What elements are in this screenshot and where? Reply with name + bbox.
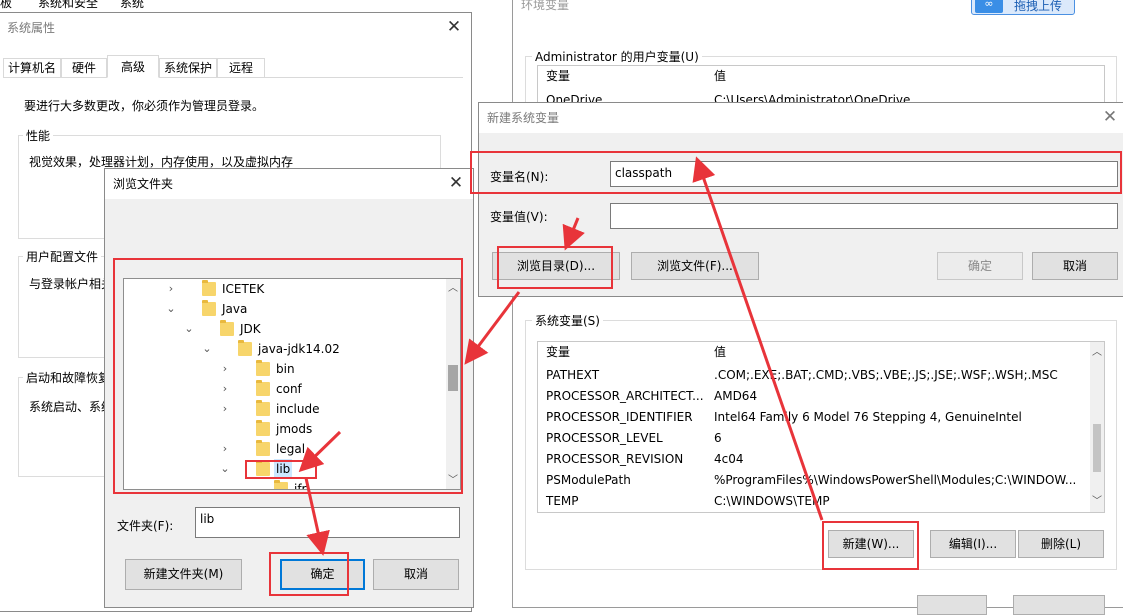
cell-value: 4c04: [714, 452, 744, 466]
delete-variable-button[interactable]: 删除(L): [1018, 530, 1104, 558]
user-vars-label: Administrator 的用户变量(U): [532, 48, 702, 65]
tab-remote[interactable]: 远程: [217, 58, 265, 77]
column-header-name[interactable]: 变量: [546, 66, 570, 87]
cell-value: %ProgramFiles%\WindowsPowerShell\Modules…: [714, 473, 1077, 487]
close-icon[interactable]: ✕: [443, 15, 465, 39]
cell-name: PSModulePath: [546, 473, 631, 487]
folder-field-label: 文件夹(F):: [117, 519, 174, 533]
upload-button[interactable]: ∞ 拖拽上传: [971, 0, 1075, 15]
browse-cancel-button-label: 取消: [403, 567, 428, 581]
browse-file-button[interactable]: 浏览文件(F)...: [631, 252, 759, 280]
highlight-new-button: [822, 521, 919, 570]
new-variable-cancel-button-label: 取消: [1062, 259, 1087, 273]
highlight-variable-name: [470, 151, 1122, 194]
cell-name: PROCESSOR_ARCHITECT...: [546, 389, 704, 403]
column-header-value[interactable]: 值: [714, 66, 726, 87]
highlight-browse-directory: [497, 246, 613, 289]
breadcrumb: 板 系统和安全 系统: [0, 0, 520, 10]
cell-value: .COM;.EXE;.BAT;.CMD;.VBS;.VBE;.JS;.JSE;.…: [714, 368, 1058, 382]
breadcrumb-item[interactable]: 系统和安全: [38, 0, 98, 11]
column-header-value[interactable]: 值: [714, 342, 726, 363]
system-vars-table[interactable]: 变量 值 PATHEXT .COM;.EXE;.BAT;.CMD;.VBS;.VB…: [537, 341, 1105, 513]
system-properties-title: 系统属性: [7, 21, 56, 35]
edit-variable-button[interactable]: 编辑(I)...: [930, 530, 1016, 558]
new-folder-button[interactable]: 新建文件夹(M): [125, 559, 242, 590]
table-header: 变量 值: [538, 66, 1090, 87]
vertical-scrollbar[interactable]: ︿ ﹀: [1090, 342, 1104, 512]
env-variables-window: 环境变量 ∞ 拖拽上传 Administrator 的用户变量(U) 变量 值 …: [512, 0, 1123, 615]
tab-hardware[interactable]: 硬件: [61, 58, 107, 77]
new-variable-title: 新建系统变量: [479, 103, 1123, 133]
table-row[interactable]: PROCESSOR_ARCHITECT... AMD64: [538, 386, 1090, 407]
tab-advanced[interactable]: 高级: [107, 55, 159, 78]
cell-name: PATHEXT: [546, 368, 600, 382]
table-row[interactable]: PROCESSOR_IDENTIFIER Intel64 Family 6 Mod…: [538, 407, 1090, 428]
user-profile-description: 与登录帐户相关: [29, 277, 114, 291]
tab-computer-name[interactable]: 计算机名: [3, 58, 61, 77]
browse-dialog-title: 浏览文件夹: [105, 169, 473, 199]
user-profile-label: 用户配置文件: [23, 248, 102, 265]
folder-field[interactable]: lib: [195, 507, 460, 538]
cloud-icon: ∞: [975, 0, 1003, 13]
scroll-thumb[interactable]: [1093, 424, 1101, 472]
table-row[interactable]: PSModulePath %ProgramFiles%\WindowsPowerS…: [538, 470, 1090, 491]
cell-name: TEMP: [546, 494, 579, 508]
table-row[interactable]: PATHEXT .COM;.EXE;.BAT;.CMD;.VBS;.VBE;.JS…: [538, 365, 1090, 386]
new-variable-ok-button[interactable]: 确定: [937, 252, 1023, 280]
cell-value: C:\WINDOWS\TEMP: [714, 494, 830, 508]
table-row[interactable]: PROCESSOR_LEVEL 6: [538, 428, 1090, 449]
cell-value: AMD64: [714, 389, 758, 403]
column-header-name[interactable]: 变量: [546, 342, 570, 363]
table-row[interactable]: PROCESSOR_REVISION 4c04: [538, 449, 1090, 470]
highlight-folder-tree: [113, 258, 463, 494]
variable-value-input[interactable]: [610, 203, 1118, 229]
env-cancel-button-partial[interactable]: [1013, 595, 1105, 615]
close-icon[interactable]: ✕: [445, 171, 467, 195]
close-icon[interactable]: ✕: [1099, 105, 1121, 129]
admin-note: 要进行大多数更改，你必须作为管理员登录。: [24, 99, 265, 113]
cell-name: PROCESSOR_REVISION: [546, 452, 684, 466]
cell-name: PROCESSOR_IDENTIFIER: [546, 410, 693, 424]
upload-button-label: 拖拽上传: [1014, 0, 1063, 13]
edit-variable-button-label: 编辑(I)...: [948, 537, 998, 551]
new-variable-ok-button-label: 确定: [967, 259, 992, 273]
cell-value: Intel64 Family 6 Model 76 Stepping 4, Ge…: [714, 410, 1022, 424]
folder-field-value: lib: [200, 512, 215, 526]
delete-variable-button-label: 删除(L): [1040, 537, 1082, 551]
table-row[interactable]: TEMP C:\WINDOWS\TEMP: [538, 491, 1090, 512]
scroll-up-icon[interactable]: ︿: [1092, 343, 1102, 358]
system-vars-label: 系统变量(S): [532, 312, 603, 329]
scroll-down-icon[interactable]: ﹀: [1092, 492, 1102, 507]
cell-name: PROCESSOR_LEVEL: [546, 431, 663, 445]
env-ok-button-partial[interactable]: [917, 595, 987, 615]
browse-cancel-button[interactable]: 取消: [373, 559, 459, 590]
browse-file-button-label: 浏览文件(F)...: [657, 259, 733, 273]
tab-bar: 计算机名 硬件 高级 系统保护 远程: [3, 55, 463, 78]
env-window-title: 环境变量: [521, 0, 570, 12]
new-variable-cancel-button[interactable]: 取消: [1032, 252, 1118, 280]
breadcrumb-item[interactable]: 系统: [120, 0, 144, 11]
breadcrumb-item[interactable]: 板: [0, 0, 12, 11]
startup-recovery-label: 启动和故障恢复: [23, 369, 114, 386]
highlight-ok-button: [269, 552, 349, 596]
highlight-lib-item: [245, 460, 317, 479]
tab-system-protection[interactable]: 系统保护: [159, 58, 217, 77]
startup-recovery-description: 系统启动、系统: [29, 400, 114, 414]
new-folder-button-label: 新建文件夹(M): [143, 567, 224, 581]
performance-label: 性能: [23, 127, 54, 144]
table-header: 变量 值: [538, 342, 1090, 363]
variable-value-label: 变量值(V):: [490, 210, 548, 224]
cell-value: 6: [714, 431, 722, 445]
